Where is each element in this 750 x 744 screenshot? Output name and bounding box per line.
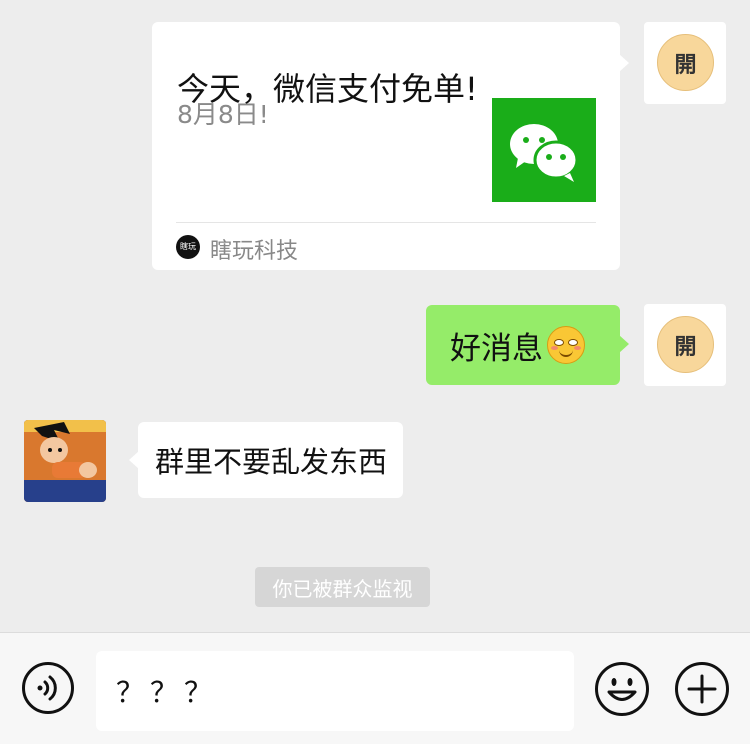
- self-avatar[interactable]: 開: [644, 304, 726, 386]
- link-card-description: 8月8日!: [177, 100, 269, 129]
- sent-message-text: 好消息: [450, 330, 543, 367]
- self-avatar[interactable]: 開: [644, 22, 726, 104]
- link-card-message[interactable]: 今天，微信支付免单! 8月8日! 瞎玩 瞎玩科技: [152, 22, 629, 270]
- cartoon-avatar[interactable]: [24, 420, 106, 502]
- system-notice: 你已被群众监视: [255, 567, 430, 607]
- wechat-logo-icon: [492, 98, 596, 202]
- avatar-badge: 開: [657, 34, 714, 91]
- message-input[interactable]: ？？？: [96, 651, 574, 731]
- emoji-icon[interactable]: [594, 661, 650, 717]
- voice-icon[interactable]: [21, 661, 75, 715]
- link-card-source: 瞎玩科技: [210, 239, 299, 264]
- received-message-bubble[interactable]: 群里不要乱发东西: [129, 422, 403, 498]
- sent-message-bubble[interactable]: 好消息: [426, 305, 629, 385]
- plus-icon[interactable]: [674, 661, 730, 717]
- blush-smile-emoji-icon: [547, 326, 585, 364]
- received-message-text: 群里不要乱发东西: [155, 445, 388, 479]
- link-card-divider: [176, 222, 596, 223]
- avatar-badge: 開: [657, 316, 714, 373]
- source-logo-icon: 瞎玩: [176, 235, 200, 259]
- input-bar: ？？？: [0, 632, 750, 744]
